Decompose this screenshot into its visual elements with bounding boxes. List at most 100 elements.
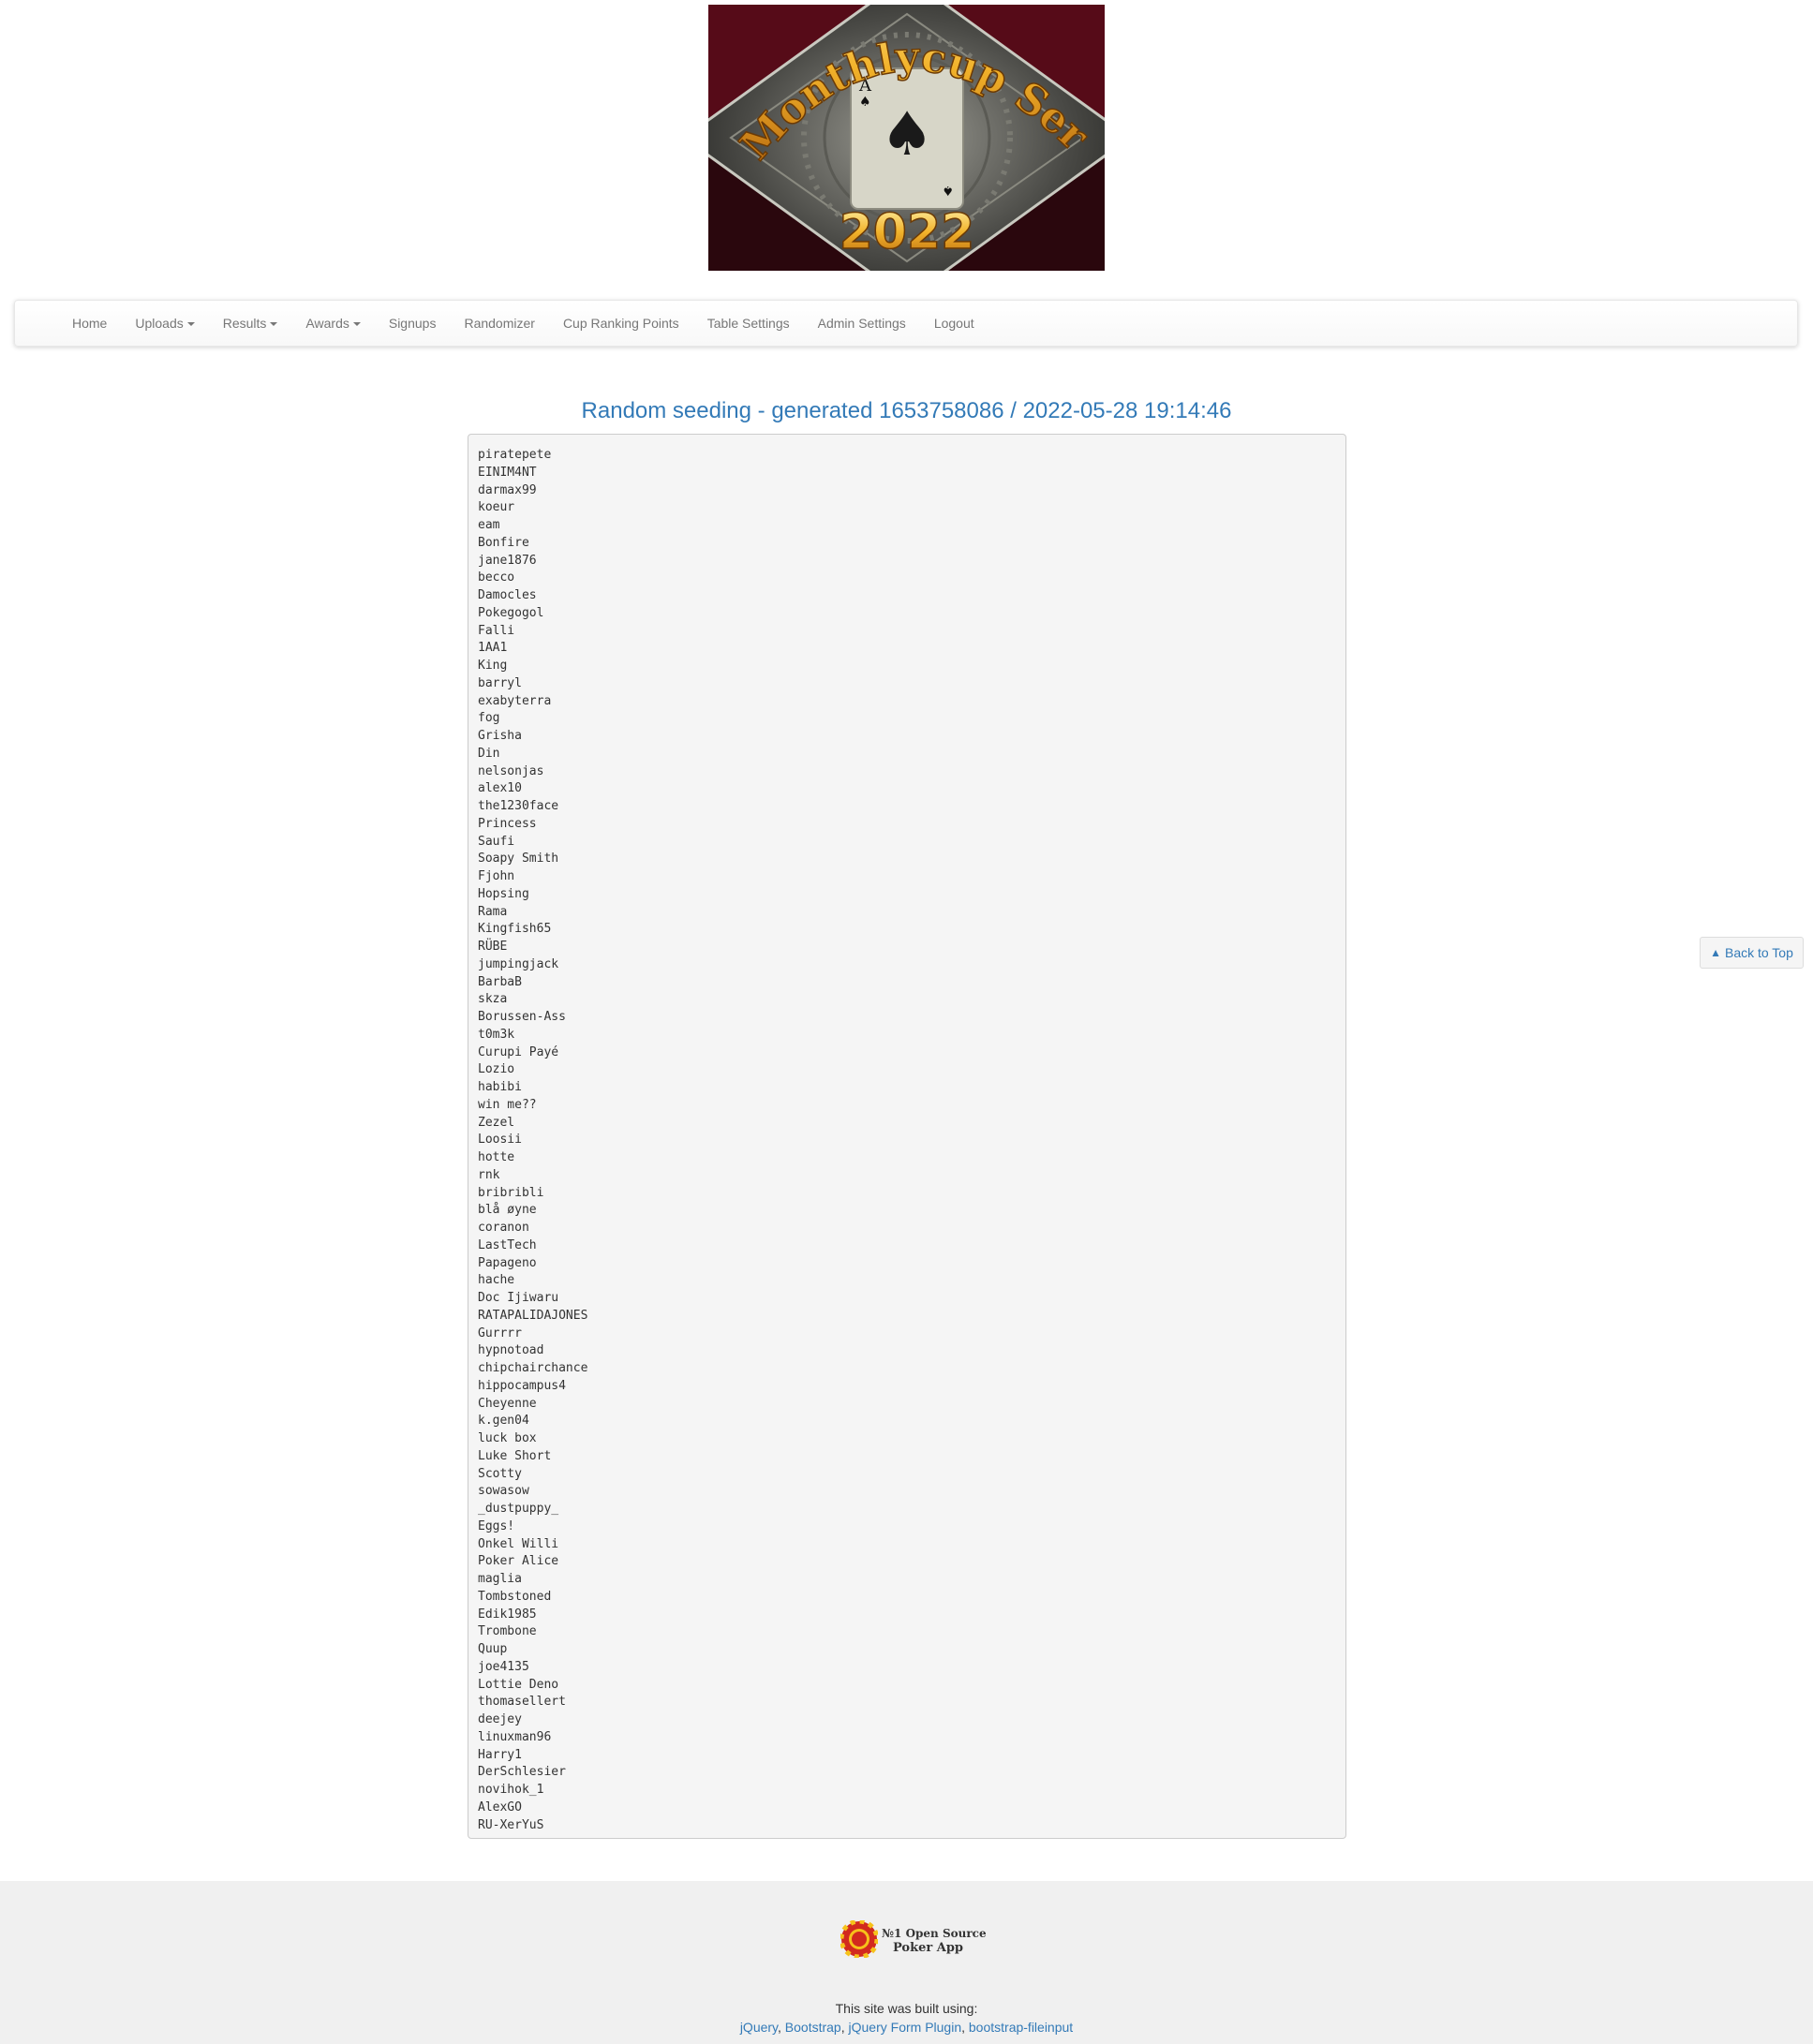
seed-entry: blå øyne <box>478 1203 537 1218</box>
chevron-up-icon: ▲ <box>1710 946 1721 959</box>
nav-link-admin-settings[interactable]: Admin Settings <box>804 300 920 347</box>
seed-entry: chipchairchance <box>478 1361 588 1375</box>
seed-entry: Pokegogol <box>478 605 544 620</box>
seed-entry: alex10 <box>478 781 522 796</box>
nav-link-label: Home <box>72 316 108 331</box>
nav-item: Results <box>209 300 292 347</box>
seed-entry: Zezel <box>478 1115 515 1130</box>
caret-down-icon <box>270 322 278 327</box>
nav-item: Logout <box>920 300 988 347</box>
poker-chip-icon <box>840 1920 878 1958</box>
nav-link-label: Randomizer <box>464 316 535 331</box>
footer: №1 Open Source Poker App This site was b… <box>0 1881 1813 2044</box>
seed-entry: hypnotoad <box>478 1343 544 1358</box>
seed-entry: RU-XerYuS <box>478 1817 544 1832</box>
seed-entry: Soapy Smith <box>478 852 559 866</box>
seed-entry: Hopsing <box>478 886 529 901</box>
seed-entry: Princess <box>478 816 537 831</box>
nav-link-table-settings[interactable]: Table Settings <box>693 300 804 347</box>
seed-entry: Fjohn <box>478 869 515 883</box>
seed-entry: Papageno <box>478 1255 537 1270</box>
seed-entry: Harry1 <box>478 1747 522 1762</box>
seed-entry: barryl <box>478 675 522 690</box>
logo-line-1: №1 Open Source <box>882 1927 987 1940</box>
seed-entry: sowasow <box>478 1484 529 1499</box>
seed-entry: exabyterra <box>478 693 552 708</box>
nav-link-label: Table Settings <box>706 316 790 331</box>
seed-entry: jane1876 <box>478 553 537 568</box>
svg-text:♠: ♠ <box>880 100 933 170</box>
seed-entry: habibi <box>478 1080 522 1094</box>
seed-entry: Tombstoned <box>478 1589 552 1604</box>
footer-link-bootstrap[interactable]: Bootstrap <box>785 2020 841 2035</box>
caret-down-icon <box>186 322 195 327</box>
nav-link-label: Results <box>222 316 267 331</box>
seed-entry: Gurrrr <box>478 1326 522 1340</box>
nav-link-uploads[interactable]: Uploads <box>121 300 208 347</box>
seed-entry: King <box>478 659 508 673</box>
banner-year-text: 2022 <box>840 204 975 260</box>
banner-artwork: A ♠ ♠ ♠ Monthlycup Series 2022 <box>708 5 1105 271</box>
seed-entry: RATAPALIDAJONES <box>478 1308 588 1323</box>
footer-link-bootstrap-fileinput[interactable]: bootstrap-fileinput <box>969 2020 1073 2035</box>
seed-entry: RÜBE <box>478 940 508 954</box>
seed-entry: Grisha <box>478 729 522 743</box>
back-to-top-button[interactable]: ▲ Back to Top <box>1700 937 1804 969</box>
seed-entry: Lottie Deno <box>478 1677 559 1692</box>
seed-entry: skza <box>478 992 508 1007</box>
page-title: Random seeding - generated 1653758086 / … <box>581 398 1232 423</box>
nav-link-logout[interactable]: Logout <box>920 300 988 347</box>
nav-link-cup-ranking-points[interactable]: Cup Ranking Points <box>549 300 693 347</box>
nav-link-label: Uploads <box>135 316 184 331</box>
seed-entry: Lozio <box>478 1062 515 1077</box>
poker-app-logo[interactable]: №1 Open Source Poker App <box>840 1918 987 1960</box>
seed-entry: EINIM4NT <box>478 465 537 480</box>
nav-item: Cup Ranking Points <box>549 300 693 347</box>
seed-entry: eam <box>478 518 500 532</box>
seeding-list: piratepete EINIM4NT darmax99 koeur eam Bonfir… <box>468 434 1346 1839</box>
seed-entry: Onkel Willi <box>478 1536 559 1551</box>
seed-entry: hache <box>478 1273 515 1288</box>
nav-link-awards[interactable]: Awards <box>291 300 374 347</box>
seed-entry: coranon <box>478 1221 529 1235</box>
footer-link-jquery[interactable]: jQuery <box>740 2020 778 2035</box>
nav-item: Uploads <box>121 300 208 347</box>
seed-entry: Rama <box>478 904 508 919</box>
seed-entry: koeur <box>478 500 515 515</box>
seed-entry: Damocles <box>478 588 537 602</box>
seed-entry: AlexGO <box>478 1800 522 1814</box>
built-using-text: This site was built using: <box>835 2001 978 2016</box>
seed-entry: Trombone <box>478 1624 537 1639</box>
seed-entry: Scotty <box>478 1466 522 1481</box>
caret-down-icon <box>352 322 361 327</box>
built-using-links: jQuery, Bootstrap, jQuery Form Plugin, b… <box>739 2020 1074 2035</box>
seed-entry: jumpingjack <box>478 956 559 971</box>
seed-entry: fog <box>478 711 500 726</box>
nav-item: Admin Settings <box>804 300 920 347</box>
seed-entry: joe4135 <box>478 1659 529 1674</box>
seed-entry: Falli <box>478 623 515 638</box>
seed-entry: linuxman96 <box>478 1729 552 1744</box>
back-to-top-label: Back to Top <box>1724 945 1793 960</box>
nav-link-home[interactable]: Home <box>58 300 121 347</box>
seed-entry: _dustpuppy_ <box>478 1502 559 1516</box>
logo-line-2: Poker App <box>893 1941 964 1955</box>
seed-entry: k.gen04 <box>478 1414 529 1429</box>
nav-item: Signups <box>375 300 451 347</box>
seed-entry: Saufi <box>478 834 515 849</box>
seed-entry: BarbaB <box>478 974 522 989</box>
nav-menu: Home Uploads Results Awards Signups Randomize… <box>15 301 1797 346</box>
seed-entry: DerSchlesier <box>478 1765 566 1780</box>
seed-entry: Borussen-Ass <box>478 1010 566 1024</box>
seed-entry: Cheyenne <box>478 1396 537 1411</box>
seed-entry: hippocampus4 <box>478 1378 566 1393</box>
seed-entry: becco <box>478 570 515 585</box>
seed-entry: Curupi Payé <box>478 1044 559 1059</box>
seed-entry: Doc Ijiwaru <box>478 1291 559 1305</box>
seed-entry: t0m3k <box>478 1027 515 1042</box>
footer-link-jquery-form-plugin[interactable]: jQuery Form Plugin <box>849 2020 962 2035</box>
nav-link-signups[interactable]: Signups <box>375 300 451 347</box>
seed-entry: rnk <box>478 1167 500 1182</box>
nav-link-results[interactable]: Results <box>209 300 292 347</box>
nav-link-randomizer[interactable]: Randomizer <box>450 300 548 347</box>
